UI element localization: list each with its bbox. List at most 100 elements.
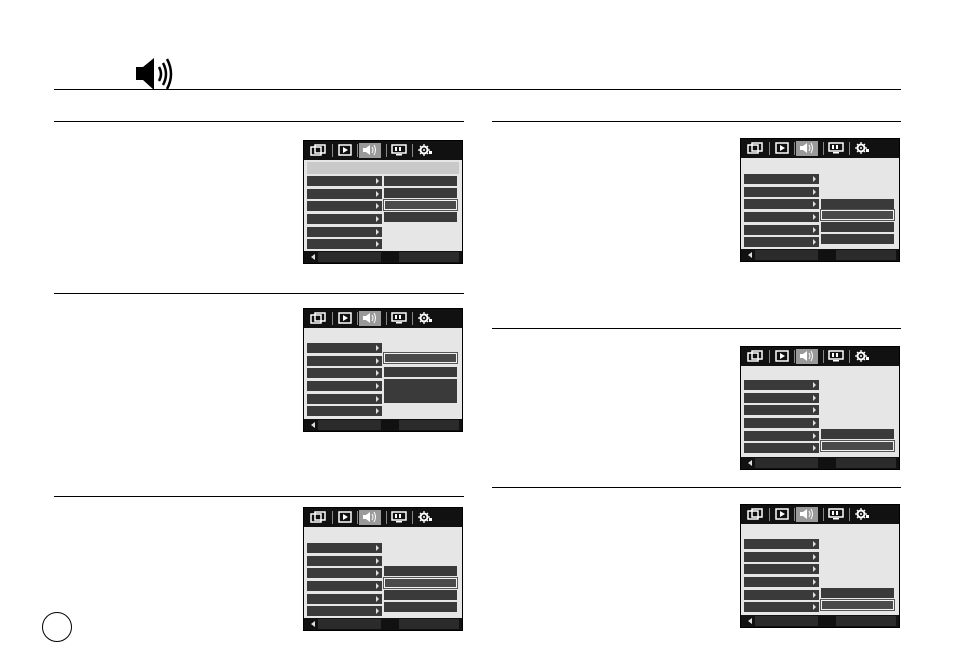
menu-item xyxy=(307,201,382,211)
menu-item xyxy=(307,406,382,416)
tab-separator xyxy=(357,312,358,325)
bottom-right-panel xyxy=(399,619,459,629)
back-arrow-icon xyxy=(748,618,752,624)
playback-icon xyxy=(771,141,793,156)
lcd-tab-bar xyxy=(741,505,899,524)
lcd-bottom-bar xyxy=(741,615,899,627)
menu-item xyxy=(744,590,819,600)
lcd-tab-bar xyxy=(304,141,462,160)
menu-item xyxy=(307,606,382,616)
display-icon xyxy=(388,311,410,326)
menu-item xyxy=(744,418,819,428)
menu-title-band xyxy=(307,162,459,174)
menu-item xyxy=(744,577,819,587)
lcd-screen-5 xyxy=(740,346,900,470)
lcd-screen-1 xyxy=(303,140,463,264)
menu-item xyxy=(307,189,382,199)
lcd-screen-3 xyxy=(303,507,463,631)
tab-separator xyxy=(769,508,770,521)
sound-icon xyxy=(359,143,381,158)
display-icon xyxy=(388,143,410,158)
menu-item xyxy=(307,556,382,566)
menu-item xyxy=(307,381,382,391)
tab-separator xyxy=(357,511,358,524)
menu-item xyxy=(744,199,819,209)
tab-separator xyxy=(332,511,333,524)
playback-icon xyxy=(771,349,793,364)
section-rule xyxy=(54,496,464,497)
tab-separator xyxy=(794,142,795,155)
tab-separator xyxy=(849,142,850,155)
menu-item xyxy=(744,539,819,549)
page-number-circle xyxy=(42,612,72,642)
tab-separator xyxy=(823,142,824,155)
menu-item xyxy=(744,225,819,235)
display-icon xyxy=(825,507,847,522)
menu-option xyxy=(821,429,894,439)
back-arrow-icon xyxy=(748,460,752,466)
menu-item xyxy=(744,443,819,453)
menu-item xyxy=(744,405,819,415)
section-rule xyxy=(54,121,464,122)
lcd-tab-bar xyxy=(741,347,899,366)
menu-item xyxy=(307,214,382,224)
menu-item xyxy=(307,356,382,366)
settings-icon xyxy=(414,143,436,158)
sound-icon xyxy=(796,507,818,522)
lcd-bottom-bar xyxy=(304,251,462,263)
settings-icon xyxy=(414,510,436,525)
lcd-tab-bar xyxy=(304,309,462,328)
bottom-right-panel xyxy=(836,458,896,468)
settings-icon xyxy=(851,507,873,522)
lcd-screen-6 xyxy=(740,504,900,628)
header-rule xyxy=(54,89,901,90)
lcd-bottom-bar xyxy=(741,249,899,261)
tab-separator xyxy=(412,312,413,325)
menu-option xyxy=(384,212,457,222)
menu-option xyxy=(384,590,457,600)
tab-separator xyxy=(386,511,387,524)
selected-option xyxy=(820,599,895,611)
menu-item xyxy=(744,212,819,222)
tab-separator xyxy=(823,350,824,363)
menu-option xyxy=(384,602,457,612)
bottom-left-panel xyxy=(318,252,381,262)
record-mode-icon xyxy=(744,507,766,522)
lcd-tab-bar xyxy=(741,139,899,158)
back-arrow-icon xyxy=(311,254,315,260)
section-rule xyxy=(492,487,901,488)
selected-option xyxy=(383,352,458,364)
tab-separator xyxy=(849,350,850,363)
selected-option xyxy=(820,440,895,452)
tab-separator xyxy=(332,144,333,157)
lcd-bottom-bar xyxy=(741,457,899,469)
sound-icon xyxy=(796,349,818,364)
tab-separator xyxy=(794,350,795,363)
tab-separator xyxy=(823,508,824,521)
record-mode-icon xyxy=(744,349,766,364)
menu-item xyxy=(307,594,382,604)
section-rule xyxy=(492,328,901,329)
menu-item xyxy=(744,552,819,562)
tab-separator xyxy=(769,142,770,155)
menu-item xyxy=(307,543,382,553)
settings-icon xyxy=(851,141,873,156)
settings-icon xyxy=(851,349,873,364)
menu-item xyxy=(744,380,819,390)
menu-option xyxy=(384,566,457,576)
section-rule xyxy=(54,293,464,294)
back-arrow-icon xyxy=(748,252,752,258)
sound-icon xyxy=(359,311,381,326)
menu-item xyxy=(307,343,382,353)
display-icon xyxy=(825,141,847,156)
menu-item xyxy=(307,176,382,186)
menu-item xyxy=(744,602,819,612)
bottom-left-panel xyxy=(755,616,818,626)
playback-icon xyxy=(334,311,356,326)
lcd-screen-4 xyxy=(740,138,900,262)
menu-option xyxy=(384,379,457,403)
menu-option xyxy=(821,588,894,598)
tab-separator xyxy=(794,508,795,521)
display-icon xyxy=(825,349,847,364)
menu-item xyxy=(307,239,382,249)
